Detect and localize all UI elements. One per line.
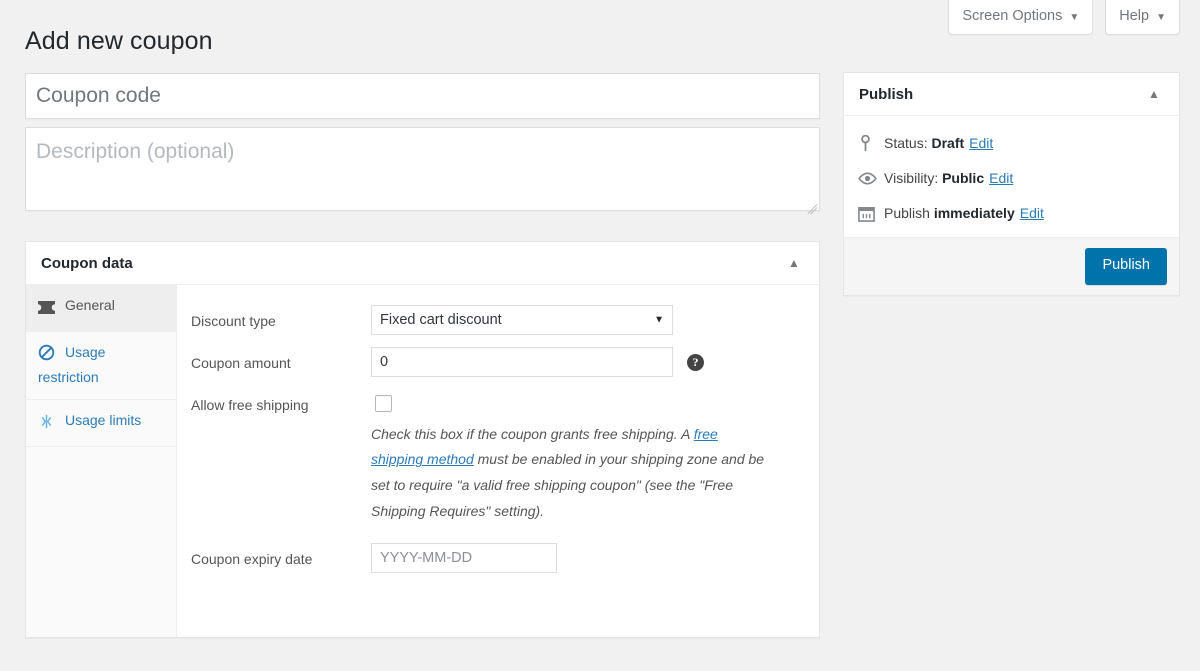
- tab-usage-limits[interactable]: Usage limits: [26, 400, 176, 447]
- publish-visibility-text: Visibility: Public Edit: [884, 168, 1013, 189]
- publish-date-text: Publish immediately Edit: [884, 203, 1044, 224]
- tab-usage-restriction[interactable]: Usage restriction: [26, 332, 176, 400]
- edit-visibility-link[interactable]: Edit: [989, 170, 1013, 186]
- discount-type-select-shell: Fixed cart discount ▼: [371, 305, 673, 335]
- main-column: Coupon data ▲ General: [25, 73, 820, 638]
- coupon-data-panel-title: Coupon data: [41, 253, 133, 274]
- publish-date-prefix: Publish: [884, 205, 934, 221]
- limits-icon: [38, 414, 60, 435]
- publish-date-value: immediately: [934, 205, 1015, 221]
- coupon-amount-label: Coupon amount: [191, 347, 371, 374]
- publish-panel-title: Publish: [859, 84, 913, 105]
- coupon-data-panel: Coupon data ▲ General: [25, 241, 820, 638]
- edit-publish-date-link[interactable]: Edit: [1020, 205, 1044, 221]
- publish-panel-header: Publish ▲: [844, 73, 1179, 116]
- prohibition-icon: [38, 344, 60, 367]
- help-label: Help: [1119, 7, 1149, 26]
- admin-page: Screen Options ▼ Help ▼ Add new coupon C…: [0, 0, 1200, 671]
- tab-panel-general: Discount type Fixed cart discount ▼ Coup…: [177, 285, 819, 637]
- coupon-expiry-date-label: Coupon expiry date: [191, 543, 371, 570]
- allow-free-shipping-checkbox[interactable]: [375, 395, 392, 412]
- free-shipping-desc-part1: Check this box if the coupon grants free…: [371, 426, 694, 442]
- collapse-panel-icon[interactable]: ▲: [781, 250, 807, 276]
- field-coupon-amount: Coupon amount ?: [191, 341, 807, 383]
- post-status-icon: [858, 135, 884, 152]
- calendar-icon: [858, 205, 884, 222]
- field-coupon-expiry-date: Coupon expiry date: [191, 531, 807, 579]
- allow-free-shipping-label: Allow free shipping: [191, 389, 371, 416]
- visibility-eye-icon: [858, 172, 884, 185]
- discount-type-label: Discount type: [191, 305, 371, 332]
- visibility-value: Public: [942, 170, 984, 186]
- coupon-data-body: General Usage restriction: [26, 285, 819, 637]
- help-button[interactable]: Help ▼: [1105, 0, 1180, 35]
- publish-status-text: Status: Draft Edit: [884, 133, 993, 154]
- tab-general[interactable]: General: [26, 285, 176, 332]
- coupon-expiry-date-input[interactable]: [371, 543, 557, 573]
- ticket-icon: [38, 299, 60, 320]
- tab-usage-restriction-link[interactable]: Usage restriction: [26, 332, 176, 399]
- publish-panel-body: Status: Draft Edit Visibility: Public Edit: [844, 116, 1179, 237]
- coupon-data-panel-header: Coupon data ▲: [26, 242, 819, 285]
- screen-options-button[interactable]: Screen Options ▼: [948, 0, 1093, 35]
- coupon-data-tabs: General Usage restriction: [26, 285, 177, 637]
- publish-status-row: Status: Draft Edit: [856, 126, 1167, 161]
- tab-usage-limits-link[interactable]: Usage limits: [26, 400, 176, 446]
- edit-status-link[interactable]: Edit: [969, 135, 993, 151]
- coupon-description-input[interactable]: [26, 128, 819, 210]
- screen-options-label: Screen Options: [962, 7, 1062, 26]
- side-column: Publish ▲ Status: Draft Edit: [843, 72, 1180, 296]
- coupon-description-field-wrapper: [25, 127, 820, 211]
- collapse-panel-icon[interactable]: ▲: [1141, 81, 1167, 107]
- publish-actions: Publish: [844, 237, 1179, 295]
- visibility-prefix: Visibility:: [884, 170, 942, 186]
- screen-meta-links: Screen Options ▼ Help ▼: [948, 0, 1180, 35]
- field-discount-type: Discount type Fixed cart discount ▼: [191, 299, 807, 341]
- publish-visibility-row: Visibility: Public Edit: [856, 161, 1167, 196]
- coupon-code-field-wrapper: [25, 73, 820, 119]
- status-prefix: Status:: [884, 135, 931, 151]
- status-value: Draft: [931, 135, 964, 151]
- coupon-amount-input[interactable]: [371, 347, 673, 377]
- help-tip-icon[interactable]: ?: [687, 354, 704, 371]
- chevron-down-icon: ▼: [1069, 11, 1079, 24]
- chevron-down-icon: ▼: [1156, 11, 1166, 24]
- discount-type-select[interactable]: Fixed cart discount: [371, 305, 673, 335]
- publish-panel: Publish ▲ Status: Draft Edit: [843, 72, 1180, 296]
- publish-date-row: Publish immediately Edit: [856, 196, 1167, 231]
- allow-free-shipping-description: Check this box if the coupon grants free…: [371, 422, 771, 526]
- field-allow-free-shipping: Allow free shipping: [191, 383, 807, 422]
- publish-button[interactable]: Publish: [1085, 248, 1167, 285]
- coupon-code-input[interactable]: [26, 74, 819, 118]
- tab-general-link[interactable]: General: [26, 285, 176, 331]
- page-title: Add new coupon: [25, 25, 213, 58]
- tab-general-label: General: [65, 297, 115, 313]
- tab-usage-limits-label: Usage limits: [65, 412, 141, 428]
